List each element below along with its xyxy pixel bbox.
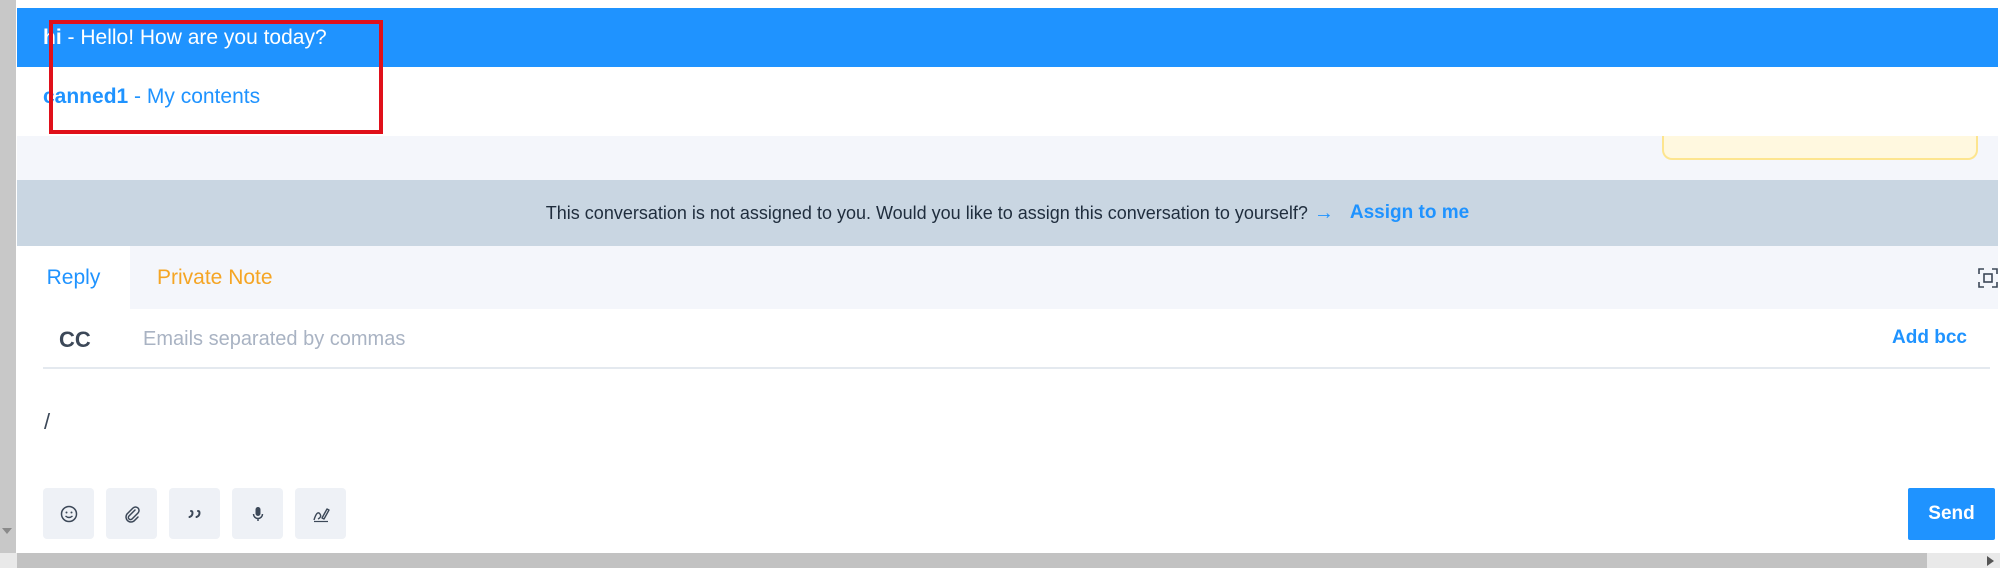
- canned-code: hi: [43, 25, 62, 49]
- send-button[interactable]: Send: [1908, 488, 1995, 540]
- attachment-button[interactable]: [106, 488, 157, 539]
- reply-box: Reply Private Note CC Add bcc /: [17, 246, 1998, 553]
- attachment-icon: [124, 505, 140, 523]
- horizontal-scrollbar[interactable]: [0, 553, 2000, 568]
- canned-content: Hello! How are you today?: [80, 25, 327, 49]
- canned-separator: -: [61, 25, 81, 49]
- quote-button[interactable]: [169, 488, 220, 539]
- cc-email-input[interactable]: [141, 321, 1525, 357]
- cc-row: CC Add bcc: [43, 309, 1990, 369]
- message-editor[interactable]: /: [44, 409, 50, 435]
- cc-label: CC: [59, 327, 91, 352]
- canned-response-item[interactable]: hi - Hello! How are you today?: [17, 8, 1998, 67]
- canned-content: My contents: [146, 84, 261, 108]
- tab-private-note[interactable]: Private Note: [157, 246, 273, 309]
- microphone-icon: [252, 506, 263, 521]
- scroll-down-arrow-icon[interactable]: [2, 528, 12, 534]
- assign-banner-message: This conversation is not assigned to you…: [545, 202, 1308, 223]
- emoji-icon: [60, 505, 77, 522]
- reply-toolbar: [43, 488, 346, 540]
- canned-response-dropdown: hi - Hello! How are you today? canned1 -…: [17, 8, 1998, 136]
- microphone-button[interactable]: [232, 488, 283, 539]
- assign-to-me-button[interactable]: Assign to me: [1350, 202, 1469, 224]
- expand-icon[interactable]: [1978, 268, 1998, 288]
- canned-response-item[interactable]: canned1 - My contents: [17, 67, 1998, 126]
- assign-banner: This conversation is not assigned to you…: [17, 180, 1998, 246]
- emoji-button[interactable]: [43, 488, 94, 539]
- arrow-right-icon: →: [1313, 201, 1334, 224]
- tab-reply[interactable]: Reply: [17, 246, 130, 309]
- reply-tabs: Reply Private Note: [17, 246, 1998, 309]
- canned-code: canned1: [43, 84, 129, 108]
- quote-icon: [188, 509, 201, 518]
- scroll-right-arrow-icon[interactable]: [1987, 556, 1994, 566]
- top-strip: [16, 0, 2000, 8]
- signature-button[interactable]: [295, 488, 346, 539]
- signature-icon: [312, 507, 330, 522]
- canned-separator: -: [128, 84, 147, 108]
- scrollbar-thumb[interactable]: [17, 553, 1927, 568]
- left-scrollbar[interactable]: [0, 0, 16, 568]
- add-bcc-button[interactable]: Add bcc: [1892, 327, 1967, 349]
- conversation-panel: hi - Hello! How are you today? canned1 -…: [17, 8, 1998, 553]
